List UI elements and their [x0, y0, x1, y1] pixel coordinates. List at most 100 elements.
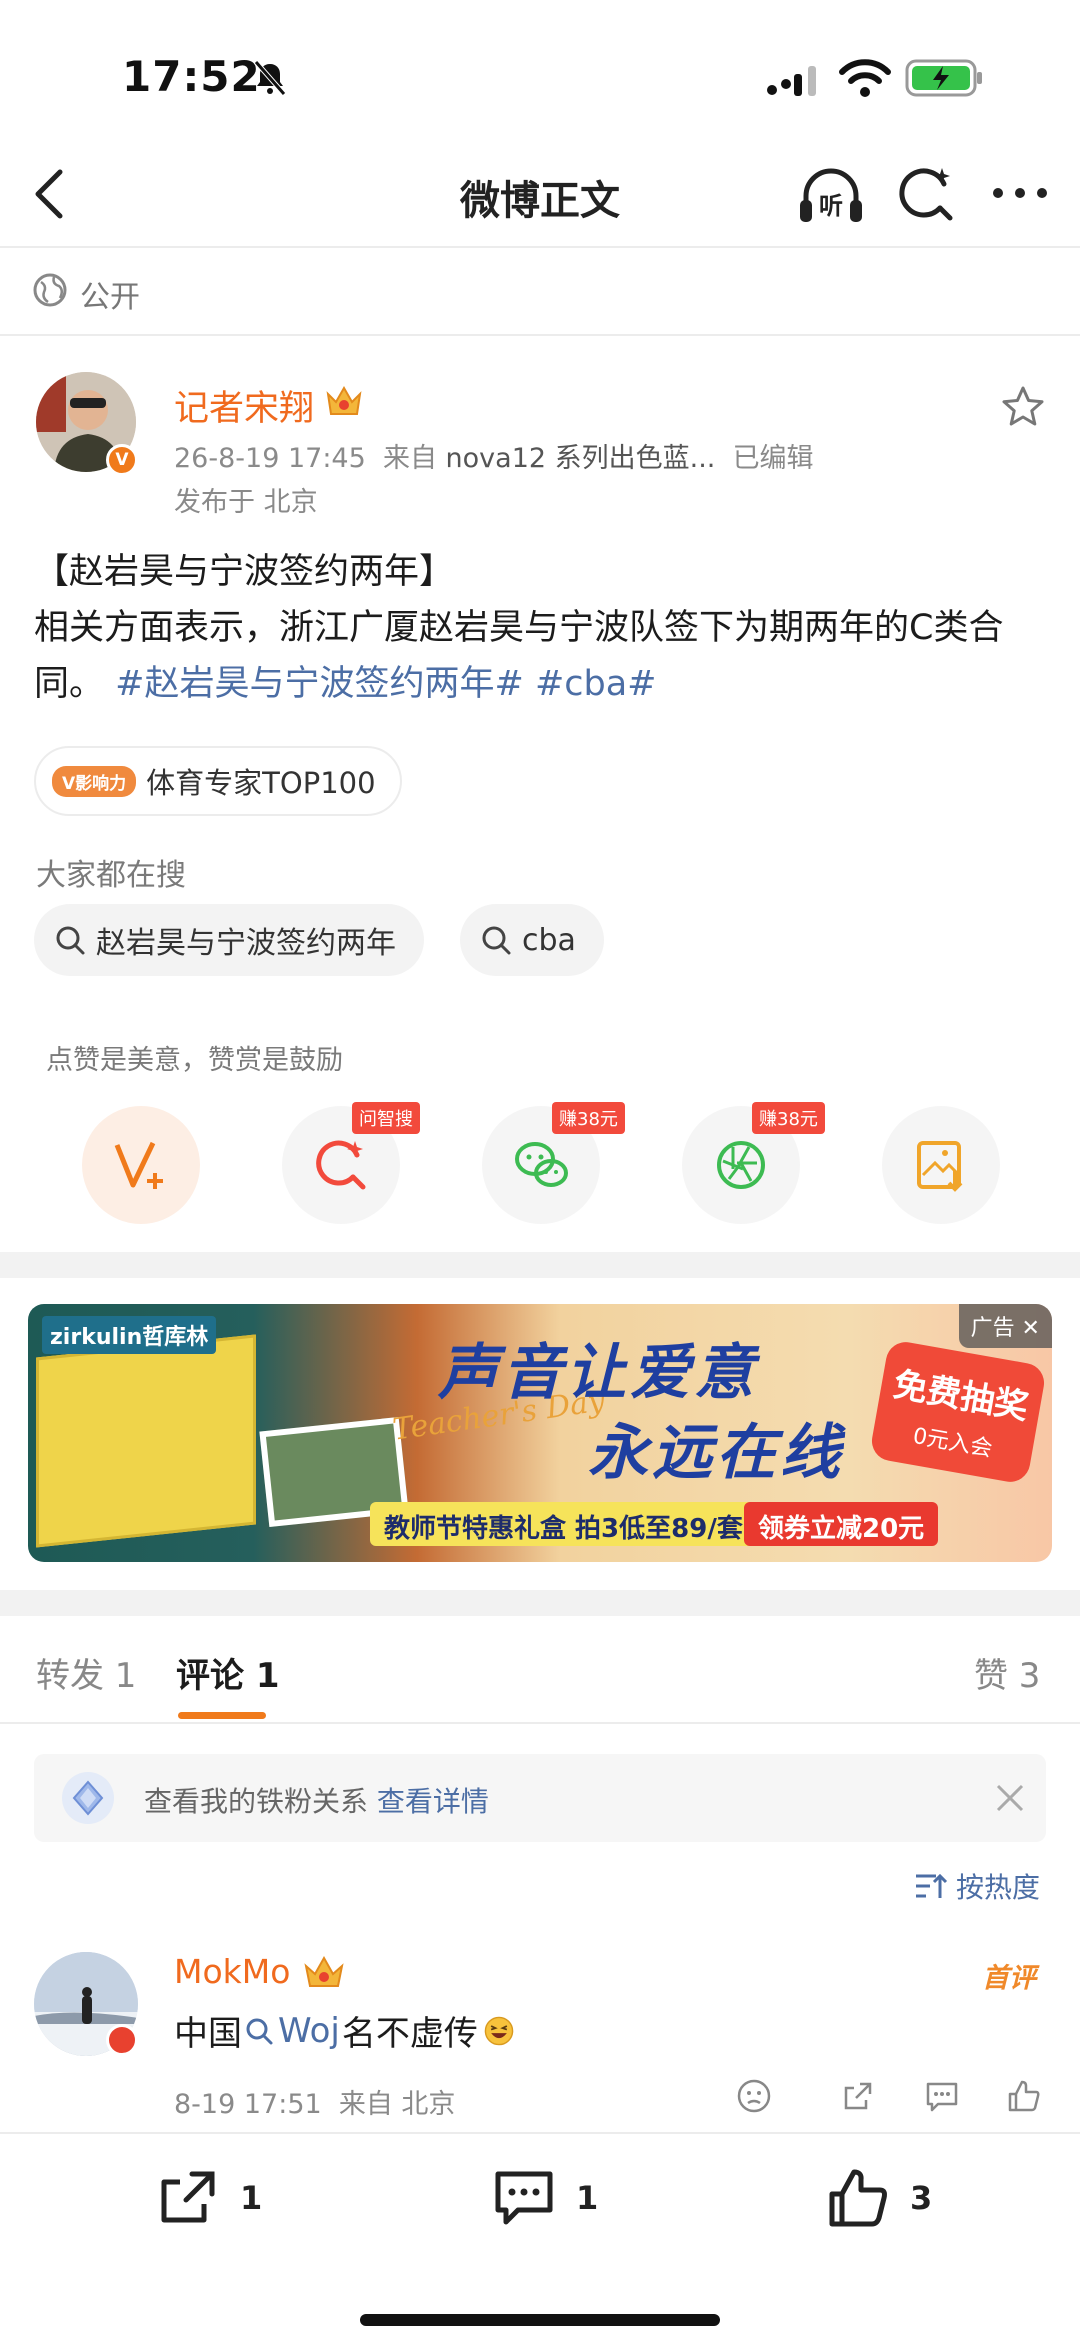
- first-comment-badge: 首评: [982, 1963, 1036, 1994]
- top-nav-bar: 微博正文 听: [0, 140, 1080, 248]
- sort-icon: [916, 1873, 948, 1898]
- hot-search-chip[interactable]: cba: [460, 904, 604, 976]
- battery-charging-icon: [905, 59, 982, 97]
- crown-level-icon: [326, 385, 362, 415]
- influence-label: 体育专家TOP100: [146, 766, 376, 800]
- reward-button[interactable]: [82, 1106, 200, 1224]
- post-title: 【赵岩昊与宁波签约两年】: [34, 552, 455, 592]
- hot-search-label: 大家都在搜: [36, 858, 186, 893]
- crown-level-icon: [304, 1955, 344, 1987]
- ad-slogan-line2: 永远在线: [588, 1418, 844, 1488]
- mute-bell-icon: [254, 60, 286, 96]
- visibility-row: 公开: [0, 250, 1080, 336]
- bottom-action-bar: 1 1 3: [0, 2132, 1080, 2347]
- post-time: 26-8-19 17:45: [174, 443, 366, 474]
- interaction-tabs: 转发 1 评论 1 赞 3: [0, 1616, 1080, 1724]
- ad-close-label[interactable]: 广告 ✕: [958, 1304, 1052, 1348]
- comment-count: 1: [576, 2179, 599, 2217]
- repost-count: 1: [240, 2179, 263, 2217]
- commenter-name[interactable]: MokMo: [174, 1952, 290, 1991]
- moments-tip: 赚38元: [752, 1102, 825, 1134]
- post-meta: 26-8-19 17:45 来自 nova12 系列出色蓝... 已编辑: [174, 436, 814, 475]
- comment-keyword: Woj: [278, 2010, 340, 2051]
- post-location: 发布于 北京: [174, 487, 318, 518]
- sort-label: 按热度: [956, 1871, 1041, 1904]
- post-content: 【赵岩昊与宁波签约两年】 相关方面表示，浙江广厦赵岩昊与宁波队签下为期两年的C类…: [34, 544, 1054, 712]
- edited-label[interactable]: 已编辑: [733, 443, 814, 474]
- active-tab-indicator: [178, 1712, 266, 1719]
- search-icon: [56, 926, 85, 955]
- section-divider: [0, 1590, 1080, 1616]
- comment-text-before: 中国: [174, 2014, 242, 2054]
- fans-notice-text: 查看我的铁粉关系 查看详情: [144, 1780, 489, 1820]
- search-icon: [482, 926, 511, 955]
- comment-share-icon[interactable]: [840, 2078, 876, 2114]
- cellular-signal-icon: [767, 66, 816, 96]
- hot-search-text: 赵岩昊与宁波签约两年: [96, 926, 396, 961]
- post-body-line: 相关方面表示，浙江广厦赵岩昊与宁波队签下为期两年的C类合同。 #赵岩昊与宁波签约…: [34, 600, 1054, 712]
- comment-text-after: 名不虚传: [341, 2014, 478, 2054]
- wechat-icon: [515, 1142, 568, 1187]
- search-icon: [246, 2018, 273, 2044]
- influence-badge[interactable]: V影响力 体育专家TOP100: [34, 746, 402, 816]
- comment-time: 8-19 17:51: [174, 2089, 322, 2120]
- comment-keyword-link[interactable]: Woj: [244, 2011, 340, 2051]
- ai-search-tip: 问智搜: [352, 1102, 420, 1134]
- author-name[interactable]: 记者宋翔: [174, 380, 314, 431]
- moments-aperture-icon: [717, 1141, 765, 1189]
- more-dots-icon[interactable]: [990, 178, 1050, 208]
- comment-reply-icon[interactable]: [924, 2078, 960, 2114]
- commenter-badge: [106, 2024, 138, 2056]
- emoji-react-icon[interactable]: [736, 2078, 772, 2114]
- thumbs-up-icon: [829, 2169, 887, 2227]
- hashtag-link[interactable]: #cba#: [535, 664, 657, 704]
- ai-search-icon[interactable]: [896, 164, 956, 224]
- repost-button[interactable]: 1: [156, 2166, 262, 2230]
- wifi-icon: [839, 59, 891, 97]
- favorite-star-icon[interactable]: [1000, 384, 1046, 430]
- fans-detail-link[interactable]: 查看详情: [377, 1785, 489, 1818]
- comment-meta: 8-19 17:51 来自 北京: [174, 2082, 455, 2121]
- verified-v-badge: V: [106, 444, 138, 476]
- ad-brand: zirkulin哲库林: [42, 1316, 217, 1354]
- svg-text:听: 听: [819, 192, 843, 220]
- tab-comment[interactable]: 评论 1: [176, 1648, 280, 1697]
- like-button[interactable]: 3: [826, 2166, 932, 2230]
- close-icon[interactable]: [992, 1780, 1028, 1816]
- wechat-tip: 赚38元: [552, 1102, 625, 1134]
- hot-search-text: cba: [522, 922, 576, 958]
- save-image-icon: [917, 1141, 963, 1192]
- comment-like-icon[interactable]: [1006, 2078, 1042, 2114]
- tab-repost[interactable]: 转发 1: [36, 1648, 136, 1697]
- device-name[interactable]: nova12 系列出色蓝...: [446, 443, 716, 474]
- diamond-fan-icon: [62, 1772, 114, 1824]
- status-time: 17:52: [122, 52, 261, 101]
- comment-button[interactable]: 1: [492, 2166, 598, 2230]
- influence-v-badge: V影响力: [52, 765, 137, 797]
- headphones-listen-icon[interactable]: 听: [796, 162, 866, 228]
- ad-product-box: [36, 1334, 256, 1548]
- ai-search-share-button[interactable]: 问智搜: [282, 1102, 420, 1224]
- status-bar: 17:52: [0, 0, 1080, 140]
- ad-free-draw-badge[interactable]: 免费抽奖 0元入会: [868, 1339, 1048, 1485]
- sort-by-heat-button[interactable]: 按热度: [914, 1866, 1040, 1906]
- tab-like[interactable]: 赞 3: [974, 1648, 1040, 1697]
- comment-from: 来自 北京: [338, 2089, 456, 2120]
- wechat-share-button[interactable]: 赚38元: [482, 1102, 625, 1224]
- hot-search-chip[interactable]: 赵岩昊与宁波签约两年: [34, 904, 424, 976]
- comment-icon: [495, 2171, 553, 2225]
- ad-slogan-line1: 声音让爱意: [438, 1338, 758, 1408]
- ad-offer-strip: 教师节特惠礼盒 拍3低至89/套: [370, 1502, 757, 1546]
- moments-share-button[interactable]: 赚38元: [682, 1102, 825, 1224]
- visibility-label: 公开: [80, 280, 140, 315]
- ad-coupon-button[interactable]: 领券立减20元: [744, 1502, 939, 1546]
- reward-v-plus-icon: [114, 1141, 163, 1189]
- fans-notice[interactable]: 查看我的铁粉关系 查看详情: [34, 1754, 1046, 1842]
- save-image-button[interactable]: [882, 1106, 1000, 1224]
- home-indicator[interactable]: [360, 2314, 720, 2326]
- hashtag-link[interactable]: #赵岩昊与宁波签约两年#: [115, 664, 524, 704]
- ad-banner[interactable]: zirkulin哲库林 Teacher's Day 声音让爱意 永远在线 教师节…: [28, 1304, 1052, 1562]
- from-prefix: 来自: [382, 443, 437, 474]
- section-divider: [0, 1252, 1080, 1278]
- comment-text: 中国 Woj 名不虚传: [174, 2006, 514, 2055]
